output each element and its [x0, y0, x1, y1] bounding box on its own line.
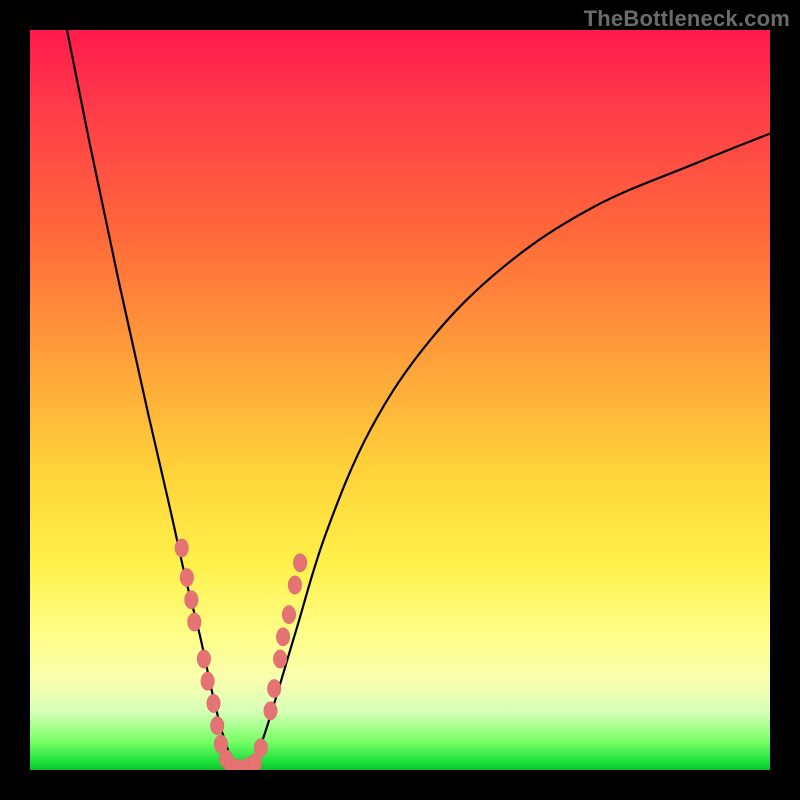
data-point-marker: [175, 539, 189, 557]
data-point-marker: [293, 554, 307, 572]
chart-svg: [30, 30, 770, 770]
plot-area: [30, 30, 770, 770]
data-point-marker: [207, 694, 221, 712]
data-point-marker: [185, 591, 199, 609]
data-point-marker: [197, 650, 211, 668]
watermark-text: TheBottleneck.com: [584, 6, 790, 32]
data-point-marker: [276, 628, 290, 646]
data-point-marker: [187, 613, 201, 631]
data-point-marker: [180, 568, 194, 586]
marker-cluster: [175, 539, 307, 770]
bottleneck-curve-line: [67, 30, 770, 770]
data-point-marker: [273, 650, 287, 668]
data-point-marker: [201, 672, 215, 690]
data-point-marker: [254, 739, 268, 757]
data-point-marker: [267, 679, 281, 697]
data-point-marker: [264, 702, 278, 720]
data-point-marker: [288, 576, 302, 594]
chart-frame: TheBottleneck.com: [0, 0, 800, 800]
data-point-marker: [210, 716, 224, 734]
data-point-marker: [282, 605, 296, 623]
